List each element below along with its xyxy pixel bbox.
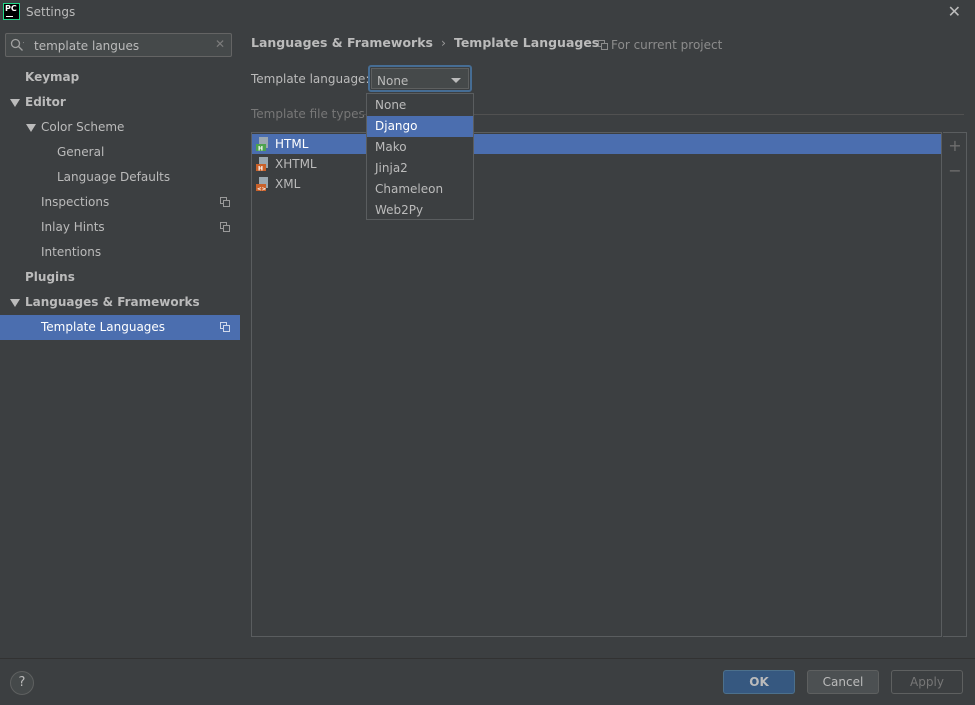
sidebar-item-label: Intentions xyxy=(41,245,102,259)
help-button[interactable]: ? xyxy=(10,671,34,695)
ok-button[interactable]: OK xyxy=(723,670,795,694)
sidebar-item-editor[interactable]: Editor xyxy=(0,90,240,115)
search-input[interactable] xyxy=(34,37,204,54)
sidebar-item-label: General xyxy=(57,145,105,159)
expanded-arrow-icon[interactable] xyxy=(10,299,20,307)
sidebar-item-template-languages[interactable]: Template Languages xyxy=(0,315,240,340)
sidebar-item-inlay-hints[interactable]: Inlay Hints xyxy=(0,215,240,240)
sidebar-item-label: Inlay Hints xyxy=(41,220,105,234)
sidebar-item-label: Keymap xyxy=(25,70,80,84)
sidebar-item-label: Language Defaults xyxy=(57,170,171,184)
sidebar-item-label: Editor xyxy=(25,95,66,109)
sidebar-item-label: Plugins xyxy=(25,270,75,284)
chevron-down-icon xyxy=(451,78,461,83)
sidebar-item-general[interactable]: General xyxy=(0,140,240,165)
expanded-arrow-icon[interactable] xyxy=(26,124,36,132)
title-bar: PC Settings ✕ xyxy=(0,0,975,25)
window-title: Settings xyxy=(26,5,76,19)
template-language-value: None xyxy=(377,74,409,88)
project-scope-icon xyxy=(598,40,608,50)
for-project-label: For current project xyxy=(611,38,723,52)
breadcrumb-separator: › xyxy=(440,35,446,50)
breadcrumb-item[interactable]: Languages & Frameworks xyxy=(251,35,433,50)
project-scope-icon xyxy=(220,197,230,207)
file-type-row[interactable]: H HTML xyxy=(252,134,941,154)
dropdown-option-jinja2[interactable]: Jinja2 xyxy=(367,158,473,179)
remove-icon[interactable]: − xyxy=(948,163,962,179)
sidebar-item-label: Languages & Frameworks xyxy=(25,295,200,309)
logo-text: PC xyxy=(5,4,17,13)
template-file-types-label: Template file types xyxy=(251,107,365,121)
template-language-label: Template language: xyxy=(251,72,370,86)
project-scope-icon xyxy=(220,322,230,332)
sidebar-item-intentions[interactable]: Intentions xyxy=(0,240,240,265)
close-icon[interactable]: ✕ xyxy=(948,2,961,21)
pycharm-logo-icon: PC xyxy=(3,3,20,20)
svg-text:<>: <> xyxy=(257,187,267,193)
breadcrumb-item: Template Languages xyxy=(453,35,600,50)
svg-text:H: H xyxy=(258,146,263,153)
dropdown-option-chameleon[interactable]: Chameleon xyxy=(367,179,473,200)
sidebar-item-label: Inspections xyxy=(41,195,110,209)
add-icon[interactable]: + xyxy=(948,138,962,154)
apply-button[interactable]: Apply xyxy=(891,670,963,694)
expanded-arrow-icon[interactable] xyxy=(10,99,20,107)
file-type-row[interactable]: <> XML xyxy=(252,174,941,194)
sidebar-item-color-scheme[interactable]: Color Scheme xyxy=(0,115,240,140)
dialog-footer: ? OK Cancel Apply xyxy=(0,659,975,705)
html-file-icon: H xyxy=(256,137,268,153)
file-type-name: XHTML xyxy=(275,157,317,171)
sidebar-item-plugins[interactable]: Plugins xyxy=(0,265,240,290)
settings-sidebar: ✕ Keymap Editor Color Scheme General Lan… xyxy=(0,25,240,658)
sidebar-item-language-defaults[interactable]: Language Defaults xyxy=(0,165,240,190)
file-type-name: XML xyxy=(275,177,301,191)
breadcrumb: Languages & Frameworks › Template Language… xyxy=(251,35,599,50)
sidebar-item-label: Color Scheme xyxy=(41,120,125,134)
file-types-list: H HTML H XHTML <> XML xyxy=(251,132,942,637)
sidebar-item-languages-frameworks[interactable]: Languages & Frameworks xyxy=(0,290,240,315)
main-panel: Languages & Frameworks › Template Language… xyxy=(240,25,975,658)
sidebar-item-label: Template Languages xyxy=(41,320,166,334)
list-toolbar: + − xyxy=(943,132,967,637)
dropdown-option-django[interactable]: Django xyxy=(367,116,473,137)
xml-file-icon: <> xyxy=(256,177,268,193)
xhtml-file-icon: H xyxy=(256,157,268,173)
clear-search-icon[interactable]: ✕ xyxy=(215,37,225,51)
dropdown-option-mako[interactable]: Mako xyxy=(367,137,473,158)
settings-tree: Keymap Editor Color Scheme General Langu… xyxy=(0,65,240,340)
search-icon xyxy=(10,38,24,51)
template-language-combobox[interactable]: None xyxy=(368,65,472,92)
dropdown-option-none[interactable]: None xyxy=(367,95,473,116)
svg-text:H: H xyxy=(258,166,263,173)
dropdown-option-web2py[interactable]: Web2Py xyxy=(367,200,473,221)
project-scope-icon xyxy=(220,222,230,232)
for-current-project-note: For current project xyxy=(598,38,722,52)
file-type-row[interactable]: H XHTML xyxy=(252,154,941,174)
search-box[interactable]: ✕ xyxy=(5,33,232,57)
template-language-dropdown: None Django Mako Jinja2 Chameleon Web2Py xyxy=(366,93,474,220)
sidebar-item-keymap[interactable]: Keymap xyxy=(0,65,240,90)
file-type-name: HTML xyxy=(275,137,309,151)
cancel-button[interactable]: Cancel xyxy=(807,670,879,694)
sidebar-item-inspections[interactable]: Inspections xyxy=(0,190,240,215)
